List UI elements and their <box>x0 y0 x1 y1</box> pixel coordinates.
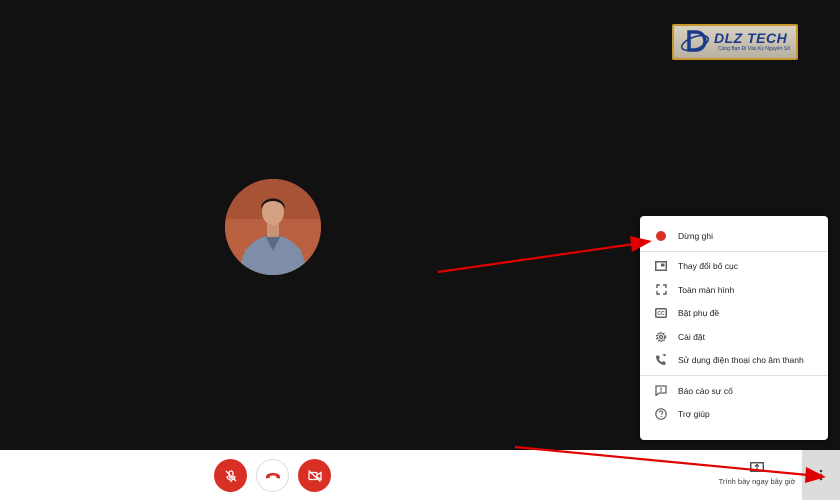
menu-item-phone-audio[interactable]: Sử dụng điện thoại cho âm thanh <box>640 349 828 373</box>
avatar-person-icon <box>225 179 321 275</box>
more-options-menu: Dừng ghi Thay đổi bố cục Toàn màn hình C… <box>640 216 828 440</box>
dlz-tech-logo: DLZ TECH Cùng Bạn Đi Vào Kỷ Nguyên Số <box>672 24 798 60</box>
menu-item-help[interactable]: Trợ giúp <box>640 403 828 427</box>
participant-avatar <box>225 179 321 275</box>
camera-off-icon <box>307 469 322 482</box>
present-now-button[interactable]: Trình bày ngay bây giờ <box>712 462 802 492</box>
menu-item-stop-recording[interactable]: Dừng ghi <box>640 224 828 248</box>
captions-icon: CC <box>654 306 668 320</box>
fullscreen-icon <box>654 283 668 297</box>
leave-call-button[interactable] <box>256 459 289 492</box>
menu-item-label: Toàn màn hình <box>678 284 735 295</box>
mic-off-icon <box>225 469 236 482</box>
logo-mark-icon <box>680 30 710 52</box>
svg-text:CC: CC <box>657 311 665 317</box>
menu-item-label: Báo cáo sự cố <box>678 385 733 396</box>
record-dot-icon <box>654 229 668 243</box>
menu-item-label: Bật phụ đề <box>678 308 720 319</box>
menu-item-label: Trợ giúp <box>678 409 710 420</box>
menu-item-change-layout[interactable]: Thay đổi bố cục <box>640 255 828 279</box>
menu-item-fullscreen[interactable]: Toàn màn hình <box>640 278 828 302</box>
menu-divider <box>640 250 828 252</box>
menu-item-label: Sử dụng điện thoại cho âm thanh <box>678 355 804 366</box>
video-stage: DLZ TECH Cùng Bạn Đi Vào Kỷ Nguyên Số Dừ… <box>0 0 840 450</box>
menu-item-settings[interactable]: Cài đặt <box>640 325 828 349</box>
menu-divider <box>640 375 828 376</box>
present-screen-icon <box>750 462 764 472</box>
logo-name: DLZ TECH <box>714 30 788 46</box>
hang-up-icon <box>265 472 280 478</box>
gear-icon <box>654 330 668 344</box>
layout-icon <box>654 259 668 273</box>
logo-tagline: Cùng Bạn Đi Vào Kỷ Nguyên Số <box>718 46 790 52</box>
more-vertical-icon <box>819 469 823 481</box>
menu-item-label: Thay đổi bố cục <box>678 261 739 272</box>
menu-item-captions[interactable]: CC Bật phụ đề <box>640 302 828 326</box>
help-icon <box>654 407 668 421</box>
mute-microphone-button[interactable] <box>214 459 247 492</box>
menu-item-label: Cài đặt <box>678 331 705 342</box>
report-icon <box>654 384 668 398</box>
more-options-button[interactable] <box>802 450 840 500</box>
menu-item-label: Dừng ghi <box>678 230 713 241</box>
present-now-label: Trình bày ngay bây giờ <box>718 477 796 486</box>
camera-off-button[interactable] <box>298 459 331 492</box>
phone-audio-icon <box>654 353 668 367</box>
menu-item-report-problem[interactable]: Báo cáo sự cố <box>640 379 828 403</box>
